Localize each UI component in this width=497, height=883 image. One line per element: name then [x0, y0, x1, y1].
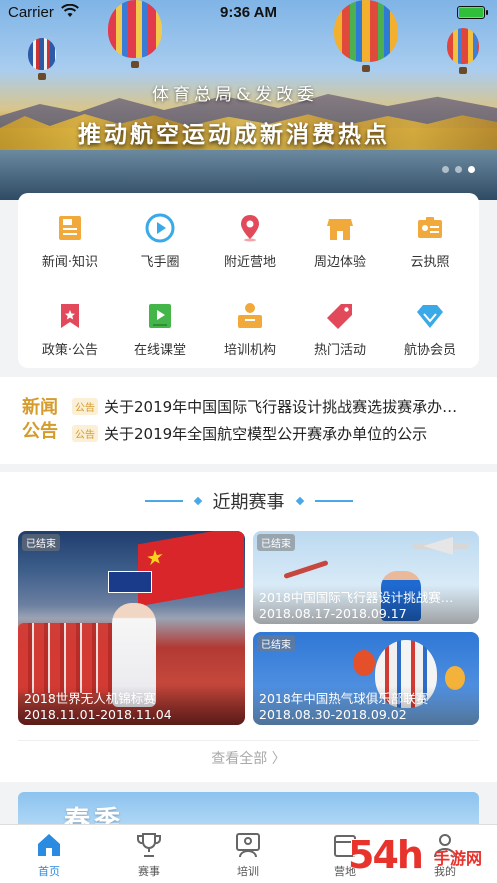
- announcement-badge: 公告: [72, 397, 98, 415]
- news-item[interactable]: 公告 关于2019年全国航空模型公开赛承办单位的公示: [72, 421, 482, 445]
- news-icon: [55, 213, 85, 243]
- page-dot[interactable]: [455, 166, 462, 173]
- clock: 9:36 AM: [220, 4, 277, 21]
- diamond-ornament: [295, 496, 304, 506]
- grid-item-label: 在线课堂: [133, 343, 186, 358]
- event-card[interactable]: 已结束 2018年中国热气球俱乐部联赛 2018.08.30-2018.09.0…: [253, 632, 479, 725]
- event-status-badge: 已结束: [22, 534, 60, 551]
- location-pin-icon: [235, 213, 265, 243]
- news-announcement-section: 新闻 公告 公告 关于2019年中国国际飞行器设计挑战赛选拔赛承办… 公告 关于…: [0, 377, 497, 464]
- grid-item-label: 云执照: [410, 255, 450, 270]
- news-item[interactable]: 公告 关于2019年中国国际飞行器设计挑战赛选拔赛承办…: [72, 394, 482, 418]
- tab-label: 首页: [38, 865, 60, 878]
- grid-item-label: 政策·公告: [41, 343, 99, 358]
- event-status-badge: 已结束: [257, 534, 295, 551]
- news-item-title: 关于2019年全国航空模型公开赛承办单位的公示: [104, 424, 428, 443]
- grid-item-news[interactable]: 新闻·知识: [24, 199, 116, 279]
- video-book-icon: [145, 301, 175, 331]
- event-name: 2018年中国热气球俱乐部联赛: [259, 691, 429, 706]
- divider-line: [144, 500, 183, 502]
- event-caption: 2018中国国际飞行器设计挑战赛… 2018.08.17-2018.09.17: [253, 585, 479, 624]
- section-title: 近期赛事: [212, 492, 285, 513]
- event-status-badge: 已结束: [257, 635, 295, 652]
- diamond-ornament: [193, 496, 202, 506]
- event-photo-balloon: [353, 650, 375, 676]
- diamond-icon: [415, 301, 445, 331]
- tab-label: 培训: [237, 865, 259, 878]
- hot-air-balloon-image: [28, 38, 56, 80]
- banner-page-indicator[interactable]: [442, 166, 475, 173]
- event-date: 2018.08.17-2018.09.17: [259, 606, 407, 621]
- grid-item-label: 新闻·知识: [41, 255, 99, 270]
- event-photo-plane: [413, 543, 469, 549]
- event-card[interactable]: 已结束 2018世界无人机锦标赛 2018.11.01-2018.11.04: [18, 531, 245, 725]
- divider-line: [314, 500, 353, 502]
- grid-item-cloud-license[interactable]: 云执照: [384, 199, 476, 279]
- grid-item-label: 附近营地: [223, 255, 276, 270]
- lecturer-icon: [235, 301, 265, 331]
- id-card-icon: [415, 213, 445, 243]
- watermark-small-text: 手游网: [434, 849, 483, 868]
- view-all-link[interactable]: 查看全部 〉: [0, 748, 497, 768]
- page-dot[interactable]: [442, 166, 449, 173]
- grid-item-hot-events[interactable]: 热门活动: [294, 287, 386, 367]
- shop-icon: [325, 213, 355, 243]
- news-brand-line: 新闻: [22, 397, 58, 418]
- section-header: 近期赛事: [0, 486, 497, 516]
- grid-item-label: 热门活动: [313, 343, 366, 358]
- grid-item-label: 航协会员: [403, 343, 456, 358]
- divider: [18, 740, 479, 741]
- news-brand-line: 公告: [22, 421, 58, 442]
- top-banner-carousel[interactable]: 体育总局&发改委 推动航空运动成新消费热点: [0, 0, 497, 200]
- tab-label: 赛事: [138, 865, 160, 878]
- event-photo-flag: [138, 531, 244, 607]
- watermark-big-text: 54h: [348, 833, 424, 877]
- tag-icon: [325, 301, 355, 331]
- trainer-icon: [234, 831, 262, 859]
- event-caption: 2018世界无人机锦标赛 2018.11.01-2018.11.04: [18, 686, 245, 725]
- news-item-title: 关于2019年中国国际飞行器设计挑战赛选拔赛承办…: [104, 397, 458, 416]
- grid-item-training-org[interactable]: 培训机构: [204, 287, 296, 367]
- feature-grid: 新闻·知识 飞手圈 附近营地 周边体验 云执照 政策·公告 在线课堂 培训机构 …: [18, 193, 479, 368]
- hot-air-balloon-image: [447, 28, 479, 74]
- battery-icon: [457, 6, 488, 19]
- grid-item-nearby-experience[interactable]: 周边体验: [294, 199, 386, 279]
- grid-item-label: 飞手圈: [140, 255, 180, 270]
- page-dot-active[interactable]: [468, 166, 475, 173]
- grid-item-label: 周边体验: [313, 255, 366, 270]
- trophy-icon: [135, 831, 163, 859]
- home-icon: [35, 831, 63, 859]
- grid-item-online-class[interactable]: 在线课堂: [114, 287, 206, 367]
- grid-item-policy[interactable]: 政策·公告: [24, 287, 116, 367]
- bookmark-icon: [55, 301, 85, 331]
- recent-events-section: 近期赛事 已结束 2018世界无人机锦标赛 2018.11.01-2018.11…: [0, 472, 497, 782]
- event-date: 2018.08.30-2018.09.02: [259, 707, 407, 722]
- tab-training[interactable]: 培训: [213, 831, 283, 879]
- event-photo-plane: [283, 560, 329, 579]
- tab-events[interactable]: 赛事: [114, 831, 184, 879]
- grid-item-pilot-circle[interactable]: 飞手圈: [114, 199, 206, 279]
- event-caption: 2018年中国热气球俱乐部联赛 2018.08.30-2018.09.02: [253, 686, 479, 725]
- announcement-badge: 公告: [72, 424, 98, 442]
- status-bar: Carrier 9:36 AM: [0, 0, 497, 26]
- event-date: 2018.11.01-2018.11.04: [24, 707, 172, 722]
- tab-home[interactable]: 首页: [14, 831, 84, 879]
- event-card[interactable]: 已结束 2018中国国际飞行器设计挑战赛… 2018.08.17-2018.09…: [253, 531, 479, 624]
- grid-item-membership[interactable]: 航协会员: [384, 287, 476, 367]
- news-brand-logo: 新闻 公告: [18, 396, 62, 444]
- grid-item-label: 培训机构: [223, 343, 276, 358]
- banner-caption-subtitle: 体育总局&发改委: [152, 85, 319, 105]
- play-circle-icon: [145, 213, 175, 243]
- event-name: 2018世界无人机锦标赛: [24, 691, 156, 706]
- event-name: 2018中国国际飞行器设计挑战赛…: [259, 590, 454, 605]
- event-photo-sign: [108, 571, 152, 593]
- grid-item-nearby-camp[interactable]: 附近营地: [204, 199, 296, 279]
- banner-caption-title: 推动航空运动成新消费热点: [78, 121, 390, 148]
- site-watermark-logo: 54h 手游网: [348, 827, 497, 883]
